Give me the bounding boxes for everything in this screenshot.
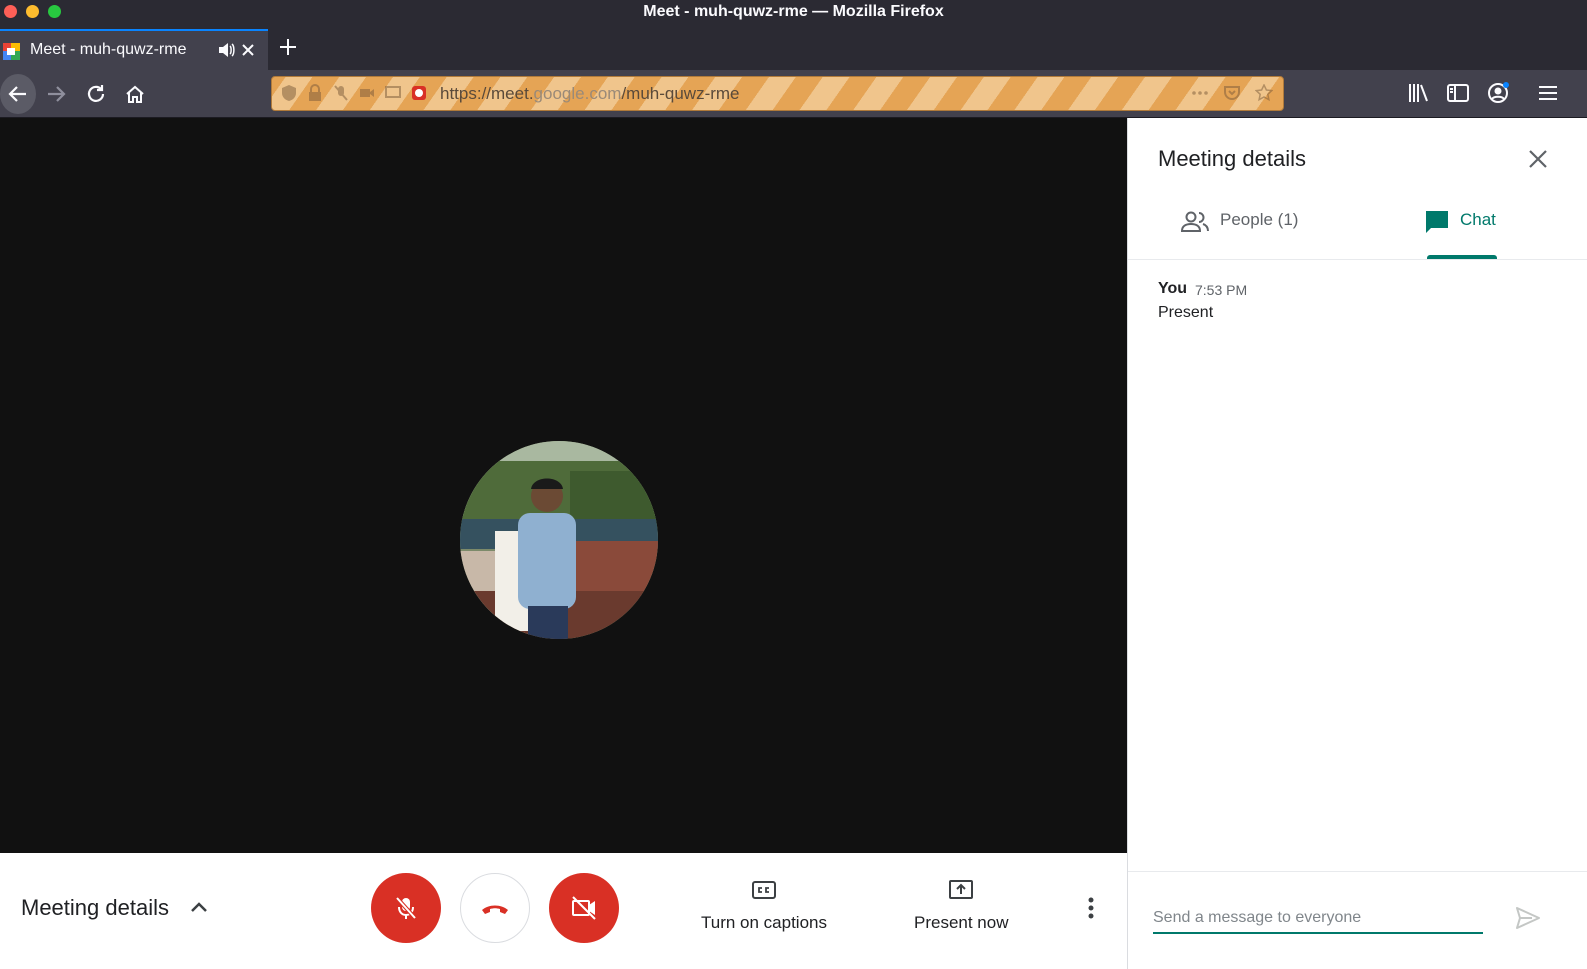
shield-icon[interactable] <box>280 84 298 102</box>
leave-call-button[interactable] <box>460 873 530 943</box>
message-text: Present <box>1158 304 1214 321</box>
close-icon[interactable] <box>240 42 256 58</box>
url-path: /muh-quwz-rme <box>621 84 740 103</box>
compose-divider <box>1128 871 1587 872</box>
captions-label: Turn on captions <box>701 913 827 932</box>
meet-page: Meeting details Turn on captions Present… <box>0 118 1587 969</box>
close-icon[interactable] <box>1525 146 1551 172</box>
tab-strip: Meet - muh-quwz-rme <box>0 24 1587 70</box>
url-text[interactable]: https://meet.google.com/muh-quwz-rme <box>440 84 740 104</box>
url-page-actions <box>1191 84 1273 102</box>
mute-microphone-button[interactable] <box>371 873 441 943</box>
page-actions-icon[interactable] <box>1191 84 1209 102</box>
forward-button[interactable] <box>42 80 70 108</box>
window-titlebar: Meet - muh-quwz-rme — Mozilla Firefox <box>0 0 1587 24</box>
camera-permission-icon[interactable] <box>358 84 376 102</box>
chat-icon <box>1426 211 1448 233</box>
present-now-label: Present now <box>914 913 1009 932</box>
chat-message-input[interactable] <box>1153 904 1483 934</box>
speaker-icon[interactable] <box>217 41 235 59</box>
screen-share-icon[interactable] <box>384 84 402 102</box>
meeting-details-label[interactable]: Meeting details <box>21 895 169 921</box>
captions-button[interactable]: Turn on captions <box>701 877 827 933</box>
arrow-right-icon <box>48 86 66 102</box>
pocket-icon[interactable] <box>1223 84 1241 102</box>
tab-chat[interactable]: Chat <box>1424 210 1496 258</box>
sharing-indicator-icon[interactable] <box>410 84 428 102</box>
url-host: google.com <box>533 84 622 103</box>
browser-tab-meet[interactable]: Meet - muh-quwz-rme <box>0 29 268 70</box>
microphone-off-icon <box>395 896 417 920</box>
url-scheme: https://meet. <box>440 84 534 103</box>
navigation-toolbar: https://meet.google.com/muh-quwz-rme <box>0 70 1587 118</box>
arrow-left-icon <box>8 86 26 102</box>
tab-chat-label: Chat <box>1460 210 1496 229</box>
reload-icon <box>87 85 105 102</box>
meeting-controls-bar: Meeting details Turn on captions Present… <box>0 853 1127 969</box>
hang-up-icon <box>482 905 508 914</box>
message-timestamp: 7:53 PM <box>1195 282 1248 298</box>
send-icon[interactable] <box>1514 904 1542 932</box>
panel-title: Meeting details <box>1158 146 1306 171</box>
participant-avatar <box>460 441 658 639</box>
hamburger-menu-icon[interactable] <box>1535 80 1561 106</box>
account-icon[interactable] <box>1485 80 1511 106</box>
meet-favicon-icon <box>3 43 20 60</box>
tab-people-label: People (1) <box>1220 210 1299 229</box>
reload-button[interactable] <box>82 80 110 108</box>
sidebar-icon[interactable] <box>1445 80 1471 106</box>
panel-divider <box>1128 259 1587 260</box>
closed-captions-icon <box>752 881 776 899</box>
camera-off-icon <box>572 896 596 920</box>
people-icon <box>1180 211 1209 232</box>
home-icon <box>126 85 144 103</box>
chevron-up-icon[interactable] <box>186 895 212 921</box>
tab-title: Meet - muh-quwz-rme <box>30 41 187 58</box>
url-identity-icons <box>280 84 428 102</box>
library-icon[interactable] <box>1406 80 1432 106</box>
home-button[interactable] <box>121 80 149 108</box>
present-screen-icon <box>949 880 974 899</box>
window-title: Meet - muh-quwz-rme — Mozilla Firefox <box>643 3 944 20</box>
back-button[interactable] <box>0 74 36 114</box>
new-tab-plus-icon[interactable] <box>278 37 298 57</box>
bookmark-star-icon[interactable] <box>1255 84 1273 102</box>
camera-toggle-button[interactable] <box>549 873 619 943</box>
address-bar[interactable]: https://meet.google.com/muh-quwz-rme <box>271 76 1284 111</box>
meeting-details-panel: Meeting details People (1) Chat You 7:53… <box>1127 118 1587 969</box>
present-now-button[interactable]: Present now <box>914 877 1009 933</box>
video-stage <box>0 118 1127 853</box>
participant-photo <box>460 441 658 639</box>
lock-icon[interactable] <box>306 84 324 102</box>
more-options-icon[interactable] <box>1078 893 1104 923</box>
tab-people[interactable]: People (1) <box>1180 210 1298 258</box>
microphone-permission-icon[interactable] <box>332 84 350 102</box>
message-sender: You <box>1158 280 1188 297</box>
